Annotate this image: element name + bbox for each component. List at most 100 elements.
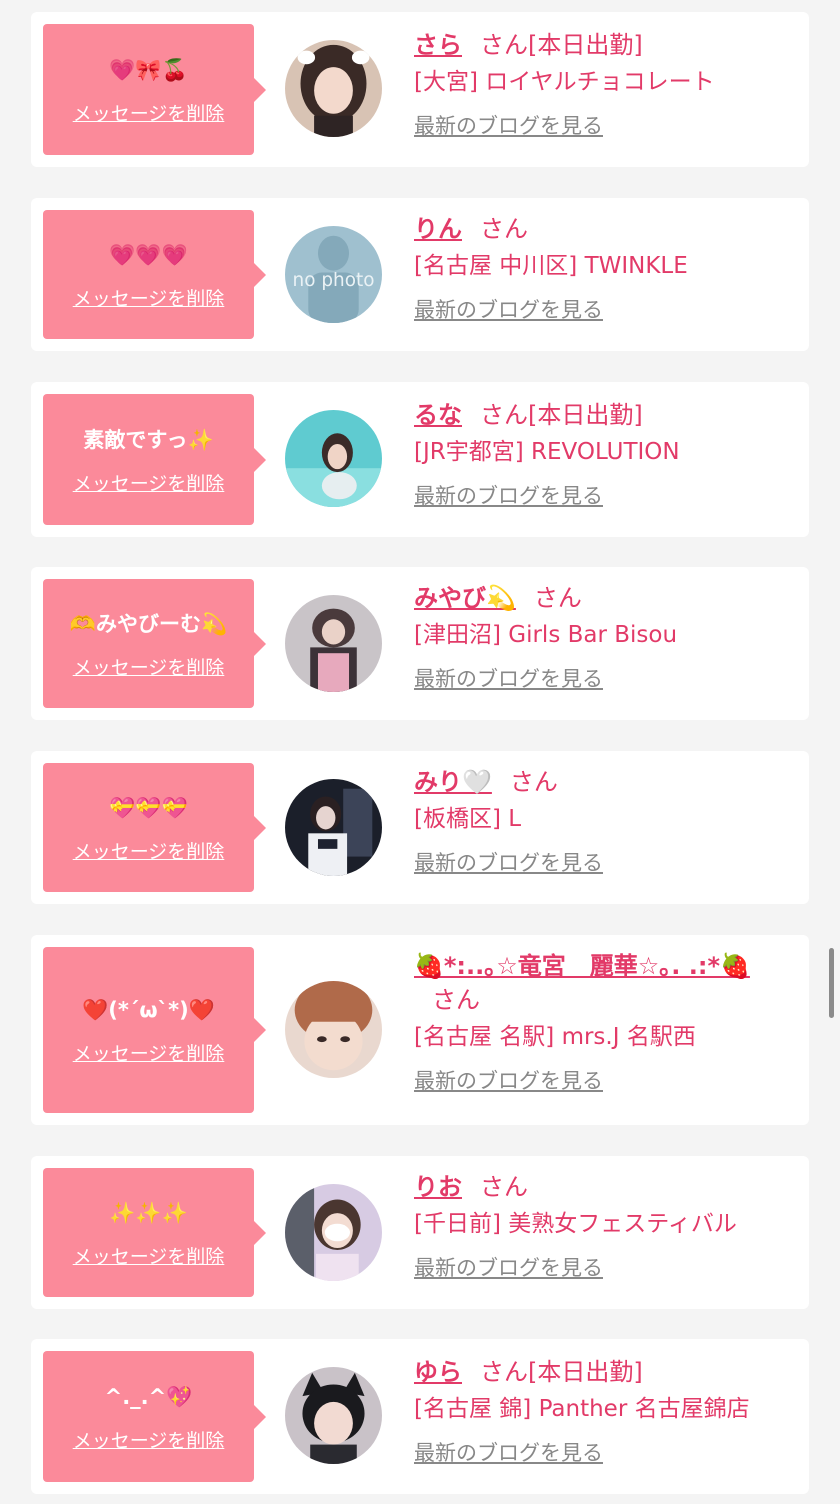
message-text: 💗🎀🍒 — [109, 57, 188, 82]
avatar-image — [285, 1367, 382, 1464]
message-text: ❤️(*´ω`*)❤️ — [82, 998, 215, 1022]
name-line: みり🤍 さん — [414, 765, 789, 799]
message-card: ^._.^💖 メッセージを削除 ゆら さん[本日出勤] [名古屋 錦] Panth… — [31, 1339, 809, 1494]
shop-text: [名古屋 錦] Panther 名古屋錦店 — [414, 1396, 750, 1422]
girl-name-link[interactable]: りお — [414, 1173, 462, 1201]
message-bubble: ❤️(*´ω`*)❤️ メッセージを削除 — [43, 947, 266, 1113]
blog-link[interactable]: 最新のブログを見る — [414, 1067, 603, 1095]
shop-text: [大宮] ロイヤルチョコレート — [414, 69, 715, 95]
avatar[interactable]: no photo — [285, 226, 382, 323]
name-line: ゆら さん[本日出勤] — [414, 1355, 789, 1389]
girl-name-link[interactable]: るな — [414, 401, 462, 429]
honorific: さん — [432, 986, 480, 1014]
girl-name-link[interactable]: 🍓*:..｡☆竜宮 麗華☆｡. .:*🍓 — [414, 952, 750, 980]
no-photo-placeholder-image: no photo — [285, 226, 382, 323]
name-line: りお さん — [414, 1170, 789, 1204]
shop-text: [JR宇都宮] REVOLUTION — [414, 439, 680, 465]
message-bubble: 💗💗💗 メッセージを削除 — [43, 210, 266, 339]
honorific: さん — [533, 584, 582, 612]
shop-text: [千日前] 美熟女フェスティバル — [414, 1211, 737, 1237]
message-text: ✨✨✨ — [109, 1200, 188, 1225]
avatar[interactable] — [285, 40, 382, 137]
avatar-image — [285, 981, 382, 1078]
girl-name-link[interactable]: みり🤍 — [414, 768, 492, 796]
shop-text: [名古屋 名駅] mrs.J 名駅西 — [414, 1024, 696, 1050]
delete-message-link[interactable]: メッセージを削除 — [73, 657, 225, 679]
shop-text: [名古屋 中川区] TWINKLE — [414, 253, 688, 279]
message-text: ^._.^💖 — [104, 1384, 193, 1409]
message-card: 💝💝💝 メッセージを削除 みり🤍 さん [板橋区] L 最新のブログを見る — [31, 751, 809, 904]
avatar-image — [285, 779, 382, 876]
name-line: さら さん[本日出勤] — [414, 28, 789, 62]
honorific: さん — [480, 215, 528, 243]
blog-link[interactable]: 最新のブログを見る — [414, 482, 603, 510]
card-info: るな さん[本日出勤] [JR宇都宮] REVOLUTION 最新のブログを見る — [414, 398, 789, 510]
status-text: [本日出勤] — [528, 31, 643, 59]
card-info: みやび💫 さん [津田沼] Girls Bar Bisou 最新のブログを見る — [414, 581, 789, 693]
blog-link[interactable]: 最新のブログを見る — [414, 296, 603, 324]
card-info: りお さん [千日前] 美熟女フェスティバル 最新のブログを見る — [414, 1170, 789, 1282]
avatar[interactable] — [285, 779, 382, 876]
avatar[interactable] — [285, 595, 382, 692]
delete-message-link[interactable]: メッセージを削除 — [73, 103, 225, 125]
card-info: ゆら さん[本日出勤] [名古屋 錦] Panther 名古屋錦店 最新のブログを… — [414, 1355, 789, 1467]
avatar[interactable] — [285, 1367, 382, 1464]
message-bubble: 💗🎀🍒 メッセージを削除 — [43, 24, 266, 155]
honorific: さん — [480, 1358, 528, 1386]
card-info: りん さん [名古屋 中川区] TWINKLE 最新のブログを見る — [414, 212, 789, 324]
name-line: 🍓*:..｡☆竜宮 麗華☆｡. .:*🍓 さん — [414, 949, 789, 1017]
message-text: 💗💗💗 — [109, 242, 188, 267]
status-text: [本日出勤] — [528, 1358, 643, 1386]
avatar-image — [285, 595, 382, 692]
delete-message-link[interactable]: メッセージを削除 — [73, 841, 225, 863]
blog-link[interactable]: 最新のブログを見る — [414, 112, 603, 140]
message-bubble: 💝💝💝 メッセージを削除 — [43, 763, 266, 892]
avatar-image — [285, 410, 382, 507]
honorific: さん — [509, 768, 558, 796]
honorific: さん — [480, 31, 528, 59]
avatar-image — [285, 40, 382, 137]
shop-text: [津田沼] Girls Bar Bisou — [414, 622, 678, 648]
scrollbar[interactable] — [829, 948, 834, 1018]
girl-name-link[interactable]: みやび💫 — [414, 584, 516, 612]
avatar[interactable] — [285, 1184, 382, 1281]
message-text: 素敵ですっ✨ — [83, 427, 214, 452]
message-card: 💗🎀🍒 メッセージを削除 さら さん[本日出勤] [大宮] ロイヤルチョコレート … — [31, 12, 809, 167]
name-line: りん さん — [414, 212, 789, 246]
name-line: みやび💫 さん — [414, 581, 789, 615]
avatar[interactable] — [285, 981, 382, 1078]
honorific: さん — [480, 1173, 528, 1201]
blog-link[interactable]: 最新のブログを見る — [414, 849, 603, 877]
message-bubble: 🫶みやびーむ💫 メッセージを削除 — [43, 579, 266, 708]
blog-link[interactable]: 最新のブログを見る — [414, 1254, 603, 1282]
avatar-image — [285, 1184, 382, 1281]
delete-message-link[interactable]: メッセージを削除 — [73, 1246, 225, 1268]
card-info: みり🤍 さん [板橋区] L 最新のブログを見る — [414, 765, 789, 877]
message-card: 素敵ですっ✨ メッセージを削除 るな さん[本日出勤] [JR宇都宮] REVOL… — [31, 382, 809, 537]
message-text: 💝💝💝 — [109, 795, 188, 820]
avatar[interactable] — [285, 410, 382, 507]
message-card: 💗💗💗 メッセージを削除 no photo りん さん [名古屋 中川区] TWI… — [31, 198, 809, 351]
message-card: 🫶みやびーむ💫 メッセージを削除 みやび💫 さん [津田沼] Girls Bar … — [31, 567, 809, 720]
message-bubble: ^._.^💖 メッセージを削除 — [43, 1351, 266, 1482]
card-info: さら さん[本日出勤] [大宮] ロイヤルチョコレート 最新のブログを見る — [414, 28, 789, 140]
message-card: ✨✨✨ メッセージを削除 りお さん [千日前] 美熟女フェスティバル 最新のブロ… — [31, 1156, 809, 1309]
blog-link[interactable]: 最新のブログを見る — [414, 1439, 603, 1467]
message-bubble: 素敵ですっ✨ メッセージを削除 — [43, 394, 266, 525]
delete-message-link[interactable]: メッセージを削除 — [73, 288, 225, 310]
delete-message-link[interactable]: メッセージを削除 — [73, 1430, 225, 1452]
message-bubble: ✨✨✨ メッセージを削除 — [43, 1168, 266, 1297]
name-line: るな さん[本日出勤] — [414, 398, 789, 432]
blog-link[interactable]: 最新のブログを見る — [414, 665, 603, 693]
shop-text: [板橋区] L — [414, 806, 522, 832]
girl-name-link[interactable]: さら — [414, 31, 462, 59]
delete-message-link[interactable]: メッセージを削除 — [73, 1043, 225, 1065]
delete-message-link[interactable]: メッセージを削除 — [73, 473, 225, 495]
girl-name-link[interactable]: ゆら — [414, 1358, 462, 1386]
message-text: 🫶みやびーむ💫 — [69, 611, 228, 636]
card-info: 🍓*:..｡☆竜宮 麗華☆｡. .:*🍓 さん [名古屋 名駅] mrs.J 名駅… — [414, 949, 789, 1095]
girl-name-link[interactable]: りん — [414, 215, 462, 243]
svg-text:no photo: no photo — [293, 270, 375, 291]
message-card: ❤️(*´ω`*)❤️ メッセージを削除 🍓*:..｡☆竜宮 麗華☆｡. .:*… — [31, 935, 809, 1125]
status-text: [本日出勤] — [528, 401, 643, 429]
